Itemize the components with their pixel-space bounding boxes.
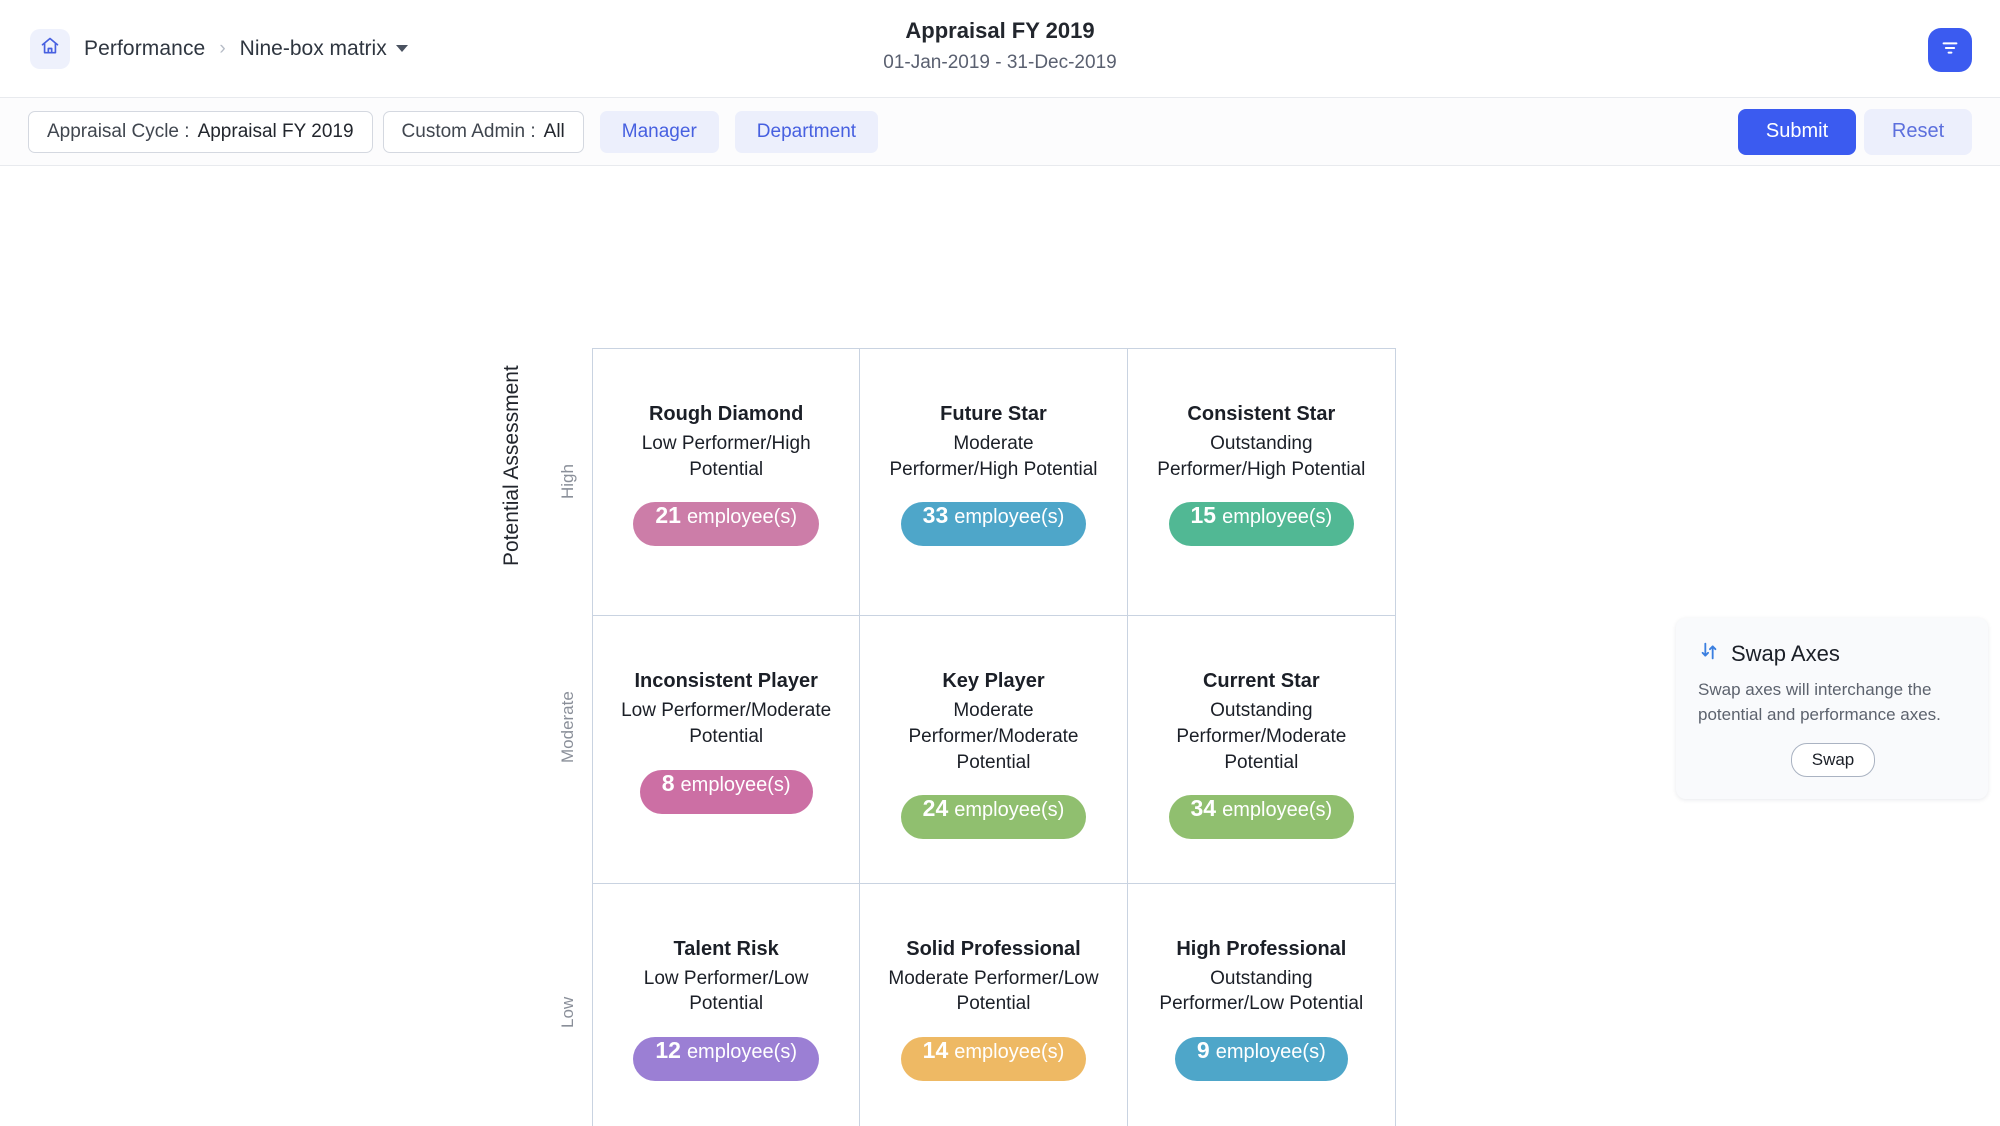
employee-count-value: 34	[1190, 795, 1217, 822]
reset-button[interactable]: Reset	[1864, 108, 1972, 155]
page-title-block: Appraisal FY 2019 01-Jan-2019 - 31-Dec-2…	[700, 16, 1300, 76]
filter-bar: Appraisal Cycle : Appraisal FY 2019 Cust…	[0, 98, 2000, 166]
y-axis-tick-low: Low	[558, 996, 577, 1028]
matrix-cell-description: Moderate Performer/Moderate Potential	[908, 700, 1079, 773]
employee-count-unit: employee(s)	[680, 773, 791, 796]
y-axis-tick-moderate: Moderate	[558, 691, 577, 763]
employee-count-badge[interactable]: 14 employee(s)	[900, 1036, 1087, 1081]
matrix-cell-title: High Professional	[1176, 937, 1347, 960]
y-axis-tick-high: High	[558, 464, 577, 499]
matrix-cell-description: Moderate Performer/High Potential	[889, 433, 1098, 480]
appraisal-cycle-label: Appraisal Cycle :	[47, 120, 190, 142]
chevron-down-icon[interactable]	[395, 45, 408, 53]
employee-count-value: 24	[922, 795, 949, 822]
matrix-cell-description: Low Performer/Moderate Potential	[621, 700, 832, 747]
matrix-cell-description: Outstanding Performer/Low Potential	[1159, 967, 1364, 1015]
custom-admin-label: Custom Admin :	[401, 120, 536, 142]
home-icon	[40, 36, 60, 61]
breadcrumb: Performance › Nine-box matrix	[0, 28, 408, 69]
home-button[interactable]	[30, 28, 70, 69]
matrix-cell-description: Moderate Performer/Low Potential	[888, 967, 1099, 1015]
employee-count-badge[interactable]: 8 employee(s)	[639, 769, 813, 814]
matrix-cell[interactable]: Solid Professional Moderate Performer/Low…	[860, 883, 1128, 1126]
top-bar: Performance › Nine-box matrix Appraisal …	[0, 0, 2000, 98]
employee-count-badge[interactable]: 15 employee(s)	[1168, 502, 1355, 547]
employee-count-badge[interactable]: 33 employee(s)	[900, 502, 1087, 547]
nine-box-matrix-stage: Potential Assessment High Moderate Low R…	[0, 166, 2000, 1126]
employee-count-badge[interactable]: 34 employee(s)	[1168, 795, 1355, 840]
employee-count-value: 21	[655, 502, 681, 529]
page-title: Appraisal FY 2019	[905, 18, 1095, 43]
employee-count-unit: employee(s)	[954, 1040, 1065, 1063]
swap-axes-panel: Swap Axes Swap axes will interchange the…	[1676, 618, 1988, 800]
swap-button[interactable]: Swap	[1790, 743, 1876, 778]
matrix-cell-title: Future Star	[940, 403, 1047, 425]
employee-count-value: 15	[1190, 502, 1217, 529]
matrix-cell[interactable]: Key Player Moderate Performer/Moderate Po…	[860, 616, 1128, 884]
employee-count-value: 33	[922, 502, 949, 529]
nine-box-grid: Rough Diamond Low Performer/High Potentia…	[592, 348, 1396, 1126]
matrix-cell[interactable]: Inconsistent Player Low Performer/Moderat…	[593, 616, 861, 884]
custom-admin-filter[interactable]: Custom Admin : All	[382, 110, 584, 153]
employee-count-unit: employee(s)	[1215, 1040, 1326, 1063]
employee-count-value: 12	[655, 1036, 681, 1063]
employee-count-value: 14	[922, 1036, 949, 1063]
employee-count-unit: employee(s)	[686, 506, 797, 529]
matrix-cell-description: Outstanding Performer/Moderate Potential	[1176, 700, 1347, 773]
matrix-cell[interactable]: Talent Risk Low Performer/Low Potential 12…	[593, 883, 861, 1126]
matrix-cell-description: Outstanding Performer/High Potential	[1157, 433, 1366, 480]
matrix-cell-title: Inconsistent Player	[634, 670, 818, 693]
matrix-cell-title: Solid Professional	[906, 937, 1081, 960]
employee-count-unit: employee(s)	[686, 1040, 797, 1063]
matrix-cell-title: Talent Risk	[673, 937, 779, 960]
employee-count-unit: employee(s)	[954, 506, 1065, 529]
breadcrumb-item-performance[interactable]: Performance	[84, 37, 205, 61]
matrix-cell-title: Rough Diamond	[648, 403, 804, 425]
breadcrumb-item-nine-box-matrix[interactable]: Nine-box matrix	[240, 37, 408, 61]
filter-actions: Submit Reset	[1738, 108, 1972, 155]
matrix-cell[interactable]: Consistent Star Outstanding Performer/Hig…	[1127, 349, 1395, 617]
matrix-cell[interactable]: Rough Diamond Low Performer/High Potentia…	[593, 349, 861, 617]
employee-count-badge[interactable]: 12 employee(s)	[633, 1036, 819, 1081]
manager-filter-chip[interactable]: Manager	[599, 110, 719, 153]
employee-count-value: 9	[1196, 1036, 1210, 1063]
employee-count-unit: employee(s)	[1222, 506, 1333, 529]
department-filter-chip[interactable]: Department	[734, 110, 879, 153]
filter-icon	[1939, 37, 1961, 64]
matrix-cell-description: Low Performer/Low Potential	[643, 967, 809, 1015]
custom-admin-value: All	[543, 120, 565, 142]
submit-button[interactable]: Submit	[1738, 108, 1856, 155]
employee-count-unit: employee(s)	[954, 799, 1065, 822]
employee-count-badge[interactable]: 9 employee(s)	[1174, 1036, 1348, 1081]
matrix-cell[interactable]: Current Star Outstanding Performer/Modera…	[1127, 616, 1395, 884]
swap-axes-description: Swap axes will interchange the potential…	[1698, 680, 1941, 724]
matrix-cell[interactable]: Future Star Moderate Performer/High Poten…	[860, 349, 1128, 617]
y-axis-title: Potential Assessment	[500, 365, 523, 566]
appraisal-cycle-filter[interactable]: Appraisal Cycle : Appraisal FY 2019	[28, 110, 373, 153]
breadcrumb-separator-icon: ›	[219, 37, 226, 59]
matrix-cell-title: Consistent Star	[1187, 403, 1336, 425]
filter-button[interactable]	[1928, 28, 1972, 72]
page-date-range: 01-Jan-2019 - 31-Dec-2019	[883, 51, 1117, 73]
swap-axes-header: Swap Axes	[1698, 640, 1968, 667]
employee-count-unit: employee(s)	[1222, 799, 1333, 822]
employee-count-badge[interactable]: 24 employee(s)	[900, 795, 1087, 840]
breadcrumb-current-label: Nine-box matrix	[239, 36, 387, 60]
swap-axes-action-row: Swap	[1698, 743, 1968, 778]
matrix-cell-title: Current Star	[1202, 670, 1320, 693]
matrix-cell-description: Low Performer/High Potential	[641, 433, 811, 480]
swap-arrows-icon	[1698, 640, 1720, 667]
matrix-cell[interactable]: High Professional Outstanding Performer/L…	[1127, 883, 1395, 1126]
employee-count-badge[interactable]: 21 employee(s)	[633, 502, 819, 547]
matrix-cell-title: Key Player	[942, 670, 1045, 693]
swap-axes-title: Swap Axes	[1731, 640, 1840, 666]
employee-count-value: 8	[661, 769, 675, 796]
appraisal-cycle-value: Appraisal FY 2019	[197, 120, 354, 142]
